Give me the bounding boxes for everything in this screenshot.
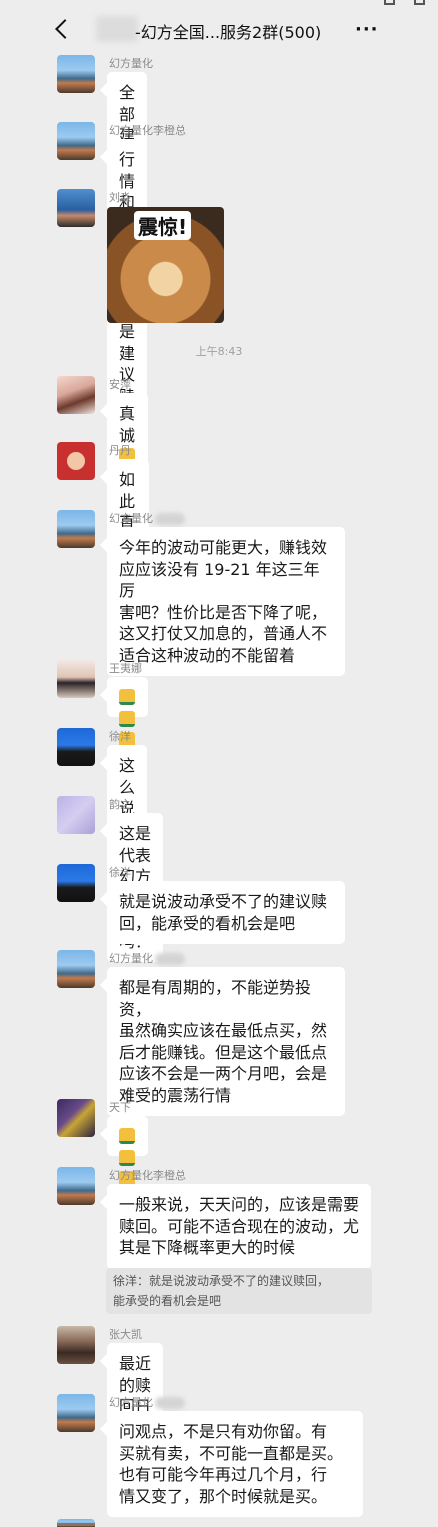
avatar[interactable] [57, 1394, 95, 1432]
avatar[interactable] [57, 864, 95, 902]
timestamp: 上午8:43 [195, 345, 243, 358]
sender-name: 幻方量化李橙总 [109, 1169, 186, 1182]
message-bubble[interactable]: 都是有周期的，不能逆势投资， 虽然确实应该在最低点买，然 后才能赚钱。但是这个最… [107, 967, 345, 1116]
avatar[interactable] [57, 660, 95, 698]
sender-name: 幻方量化 [109, 57, 153, 70]
status-indicator [414, 0, 425, 5]
sender-name: 幻方量化李橙总 [109, 124, 186, 137]
avatar[interactable] [57, 1519, 95, 1527]
thumbs-up-icon [119, 689, 135, 705]
avatar[interactable] [57, 1326, 95, 1364]
thumbs-up-icon [119, 710, 135, 727]
avatar[interactable] [57, 1167, 95, 1205]
sender-name: 刘淼 [109, 191, 131, 204]
avatar[interactable] [57, 950, 95, 988]
avatar[interactable] [57, 55, 95, 93]
redacted-title-part [96, 16, 138, 42]
sender-name: 幻方量化 [109, 1394, 185, 1410]
chat-header: -幻方全国...服务2群(500) ··· [0, 0, 438, 58]
redacted-name-part [155, 953, 185, 965]
sender-name: 幻方量化 [109, 950, 185, 966]
message-bubble[interactable]: 就是说波动承受不了的建议赎 回，能承受的看机会是吧 [107, 881, 345, 944]
avatar[interactable] [57, 122, 95, 160]
sender-name: 天下 [109, 1101, 131, 1114]
avatar[interactable] [57, 442, 95, 480]
sender-name: 韵之 [109, 798, 131, 811]
sender-name: 安萍 [109, 378, 131, 391]
sender-name: 幻方量化 [109, 510, 185, 526]
shocked-dog-sticker[interactable]: 震惊! [107, 207, 224, 323]
redacted-name-part [155, 1397, 185, 1409]
sender-name: 丹丹 [109, 444, 131, 457]
status-indicator [384, 0, 395, 5]
avatar[interactable] [57, 728, 95, 766]
sender-name: 徐洋 [109, 730, 131, 743]
back-arrow-icon[interactable] [55, 19, 75, 39]
redacted-name-part [155, 513, 185, 525]
chat-title: -幻方全国...服务2群(500) [135, 23, 322, 42]
message-bubble[interactable] [107, 1116, 148, 1187]
message-bubble[interactable]: 今年的波动可能更大，赚钱效 应应该没有 19-21 年这三年厉 害吧？性价比是否… [107, 527, 345, 676]
avatar[interactable] [57, 510, 95, 548]
avatar[interactable] [57, 1099, 95, 1137]
sender-name: 张大凯 [109, 1328, 142, 1341]
message-bubble[interactable]: 问观点，不是只有劝你留。有 买就有卖，不可能一直都是买。 也有可能今年再过几个月… [107, 1411, 363, 1517]
message-bubble[interactable]: 一般来说，天天问的，应该是需要 赎回。可能不适合现在的波动，尤 其是下降概率更大… [107, 1184, 371, 1269]
sticker-caption: 震惊! [134, 211, 192, 240]
avatar[interactable] [57, 376, 95, 414]
quoted-reply[interactable]: 徐洋：就是说波动承受不了的建议赎回， 能承受的看机会是吧 [106, 1268, 372, 1314]
thumbs-up-icon [119, 1149, 135, 1166]
avatar[interactable] [57, 796, 95, 834]
thumbs-up-icon [119, 1128, 135, 1144]
avatar[interactable] [57, 189, 95, 227]
message-bubble[interactable] [107, 677, 148, 748]
sender-name: 徐洋 [109, 866, 131, 879]
sender-name: 王夷娜 [109, 662, 142, 675]
more-options-icon[interactable]: ··· [355, 19, 379, 40]
